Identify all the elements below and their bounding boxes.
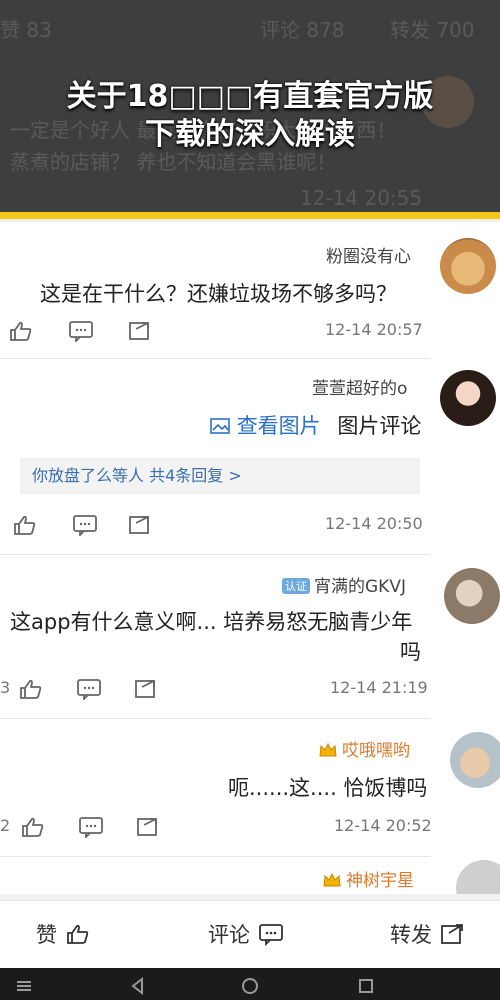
accent-bar <box>0 212 500 219</box>
girl-avatar[interactable] <box>440 370 496 426</box>
like-icon <box>67 924 89 944</box>
share-icon[interactable] <box>128 514 154 536</box>
bg-tab-forward: 转发 700 <box>390 18 475 42</box>
image-comment-label: 图片评论 <box>337 414 422 438</box>
back-nav-icon[interactable] <box>128 976 148 996</box>
hand-avatar[interactable] <box>450 732 500 788</box>
like-button[interactable]: 赞 <box>36 917 91 951</box>
bg-post-time: 12-14 20:55 <box>300 186 423 210</box>
comment-text: 这是在干什么？还嫌垃圾场不够多吗？ <box>40 282 397 306</box>
comment-icon[interactable] <box>72 514 98 536</box>
crown-icon <box>323 872 341 887</box>
forward-label: 转发 <box>390 923 432 947</box>
like-icon[interactable] <box>12 514 38 536</box>
comment-time: 12-14 21:19 <box>330 678 428 697</box>
like-count: 2 <box>0 816 11 835</box>
comment-button[interactable]: 评论 <box>208 917 284 951</box>
forward-icon <box>441 924 463 944</box>
comment-time: 12-14 20:52 <box>334 816 432 835</box>
comment-username[interactable]: 哎哦嘿哟 <box>318 736 410 761</box>
like-label: 赞 <box>36 923 57 947</box>
share-icon[interactable] <box>128 320 154 342</box>
comment-text: 这app有什么意义啊... 培养易怒无脑青少年 <box>10 610 413 634</box>
share-icon[interactable] <box>134 678 160 700</box>
like-icon[interactable] <box>18 678 44 700</box>
comment-list[interactable]: 粉圈没有心 这是在干什么？还嫌垃圾场不够多吗？ 12-14 20:57 萱萱超好… <box>0 222 500 894</box>
replies-box[interactable]: 你放盘了么等人 共4条回复 > <box>20 458 420 494</box>
view-image-link[interactable]: 查看图片 <box>210 414 327 438</box>
forward-button[interactable]: 转发 <box>390 917 466 951</box>
like-icon[interactable] <box>20 816 46 838</box>
comment-text: 查看图片 图片评论 <box>210 410 421 440</box>
comment-icon[interactable] <box>76 678 102 700</box>
divider <box>0 358 430 359</box>
like-count: 3 <box>0 678 11 697</box>
comment-username[interactable]: 萱萱超好的o <box>312 374 407 399</box>
comment-label: 评论 <box>208 923 250 947</box>
comment-username[interactable]: 认证 宵满的GKVJ <box>282 572 406 597</box>
header-banner: 赞 83 评论 878 转发 700 一定是个好人 最近一直在囤积大量的东西！ … <box>0 0 500 215</box>
page-title: 关于18□□□有直套官方版 下载的深入解读 <box>0 78 500 154</box>
divider <box>0 856 430 857</box>
comment-text: 呃......这.... 恰饭博吗 <box>228 776 428 800</box>
divider <box>0 554 430 555</box>
menu-nav-icon[interactable] <box>14 976 34 996</box>
comment-text-cont: 吗 <box>400 640 421 664</box>
divider <box>0 718 430 719</box>
image-icon <box>210 418 230 434</box>
gray-avatar[interactable] <box>456 860 500 894</box>
cat-avatar[interactable] <box>440 238 496 294</box>
recents-nav-icon[interactable] <box>356 976 376 996</box>
person-avatar[interactable] <box>444 568 500 624</box>
crown-icon <box>319 742 337 757</box>
replies-summary[interactable]: 你放盘了么等人 共4条回复 > <box>32 466 242 485</box>
bg-tab-like: 赞 83 <box>0 18 52 42</box>
share-icon[interactable] <box>136 816 162 838</box>
home-nav-icon[interactable] <box>240 976 260 996</box>
title-line1: 关于18□□□有直套官方版 <box>66 79 434 114</box>
comment-icon <box>259 924 283 946</box>
comment-icon[interactable] <box>78 816 104 838</box>
bg-tab-comment: 评论 878 <box>260 18 345 42</box>
comment-time: 12-14 20:57 <box>325 320 423 339</box>
comment-username[interactable]: 粉圈没有心 <box>326 242 411 267</box>
bottom-action-bar: 转发 评论 赞 <box>0 900 500 969</box>
comment-icon[interactable] <box>68 320 94 342</box>
title-line2: 下载的深入解读 <box>145 117 355 152</box>
comment-username[interactable]: 神树宇星 <box>322 866 414 891</box>
comment-time: 12-14 20:50 <box>325 514 423 533</box>
verified-badge: 认证 <box>282 578 310 594</box>
system-nav-bar <box>0 968 500 1000</box>
like-icon[interactable] <box>8 320 34 342</box>
